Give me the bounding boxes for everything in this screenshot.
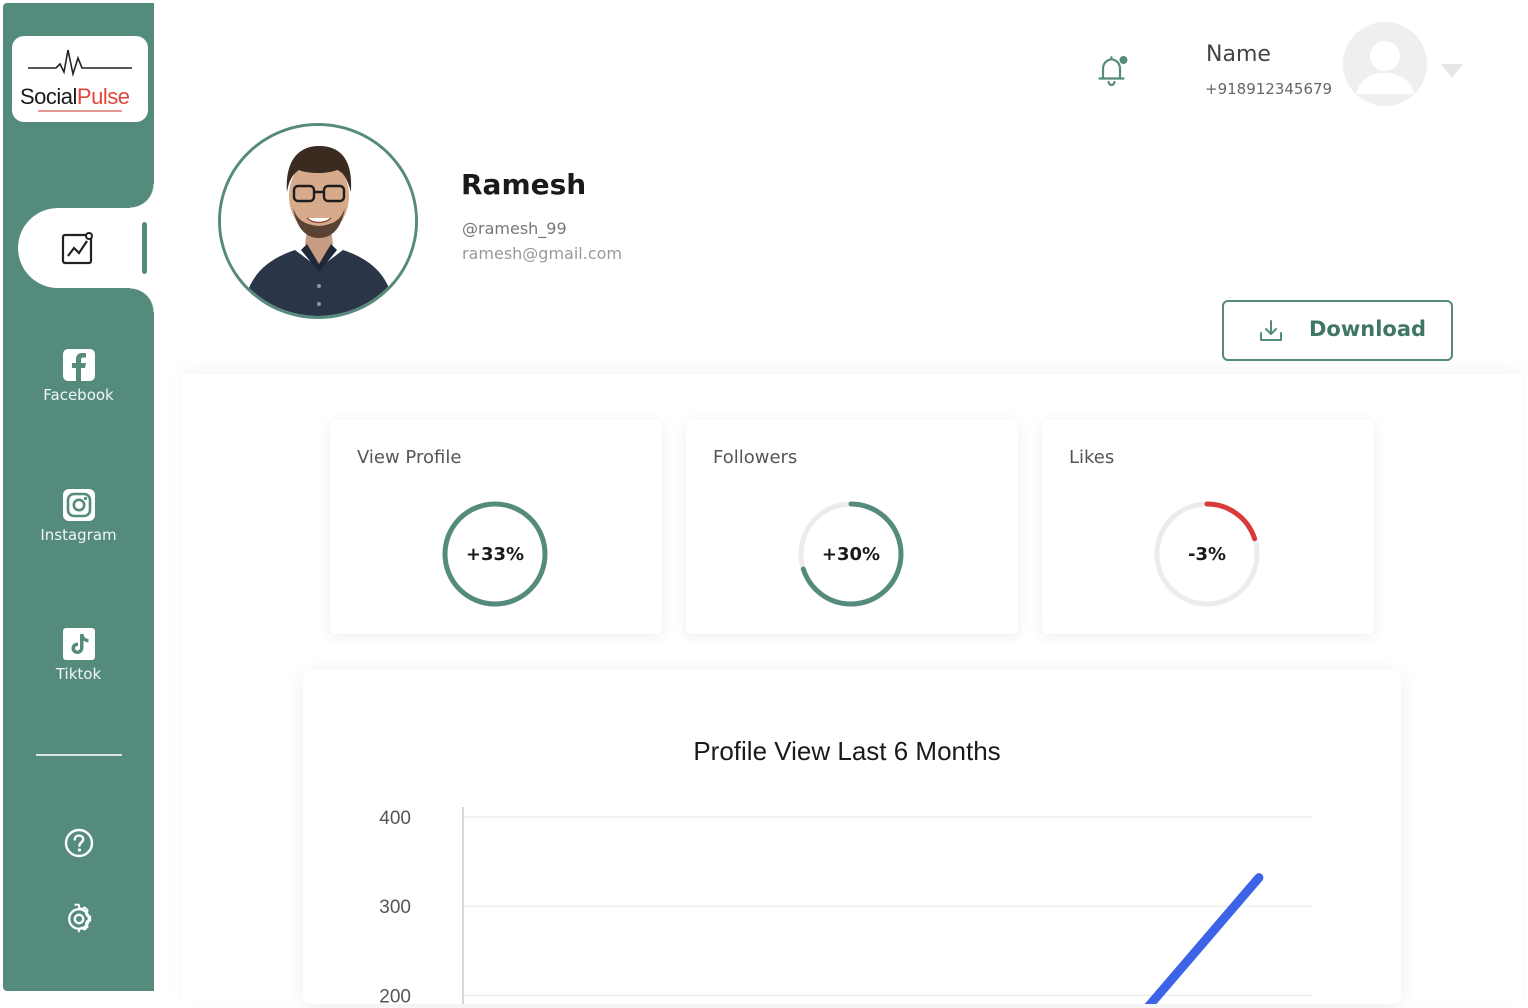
download-icon bbox=[1260, 320, 1282, 341]
download-button[interactable]: Download bbox=[1222, 300, 1453, 361]
avatar-placeholder-icon bbox=[1343, 22, 1427, 106]
instagram-icon bbox=[62, 489, 95, 521]
profile-photo bbox=[218, 123, 418, 319]
pulse-logo-icon bbox=[28, 49, 132, 78]
logo-word-social: Social bbox=[20, 84, 77, 109]
sidebar-item-label: Instagram bbox=[40, 526, 117, 544]
y-tick-label: 200 bbox=[379, 986, 411, 1004]
stat-value: -3% bbox=[1187, 543, 1227, 565]
sidebar-item-label: Facebook bbox=[43, 386, 114, 404]
analytics-chart-icon bbox=[61, 232, 93, 265]
line-chart: 400 300 200 bbox=[379, 807, 1313, 1004]
user-phone: +918912345679 bbox=[1205, 80, 1333, 98]
settings-icon[interactable] bbox=[63, 903, 95, 935]
logo-tagline bbox=[38, 110, 122, 112]
stat-title: View Profile bbox=[357, 447, 462, 468]
sidebar-item-tiktok[interactable]: Tiktok bbox=[3, 627, 154, 683]
sidebar-item-label: Tiktok bbox=[55, 665, 102, 683]
stat-card-likes: Likes -3% bbox=[1042, 420, 1374, 634]
stat-title: Followers bbox=[713, 447, 798, 468]
series-line bbox=[1144, 873, 1264, 1004]
tiktok-icon bbox=[62, 628, 95, 660]
stat-title: Likes bbox=[1069, 447, 1115, 468]
stat-value: +30% bbox=[821, 543, 881, 565]
facebook-icon bbox=[62, 349, 95, 381]
stat-card-view-profile: View Profile +33% bbox=[330, 420, 662, 634]
sidebar-divider bbox=[36, 754, 122, 756]
profile-handle: @ramesh_99 bbox=[462, 219, 567, 238]
stat-card-followers: Followers +30% bbox=[686, 420, 1018, 634]
chart-card: Profile View Last 6 Months 400 300 200 bbox=[303, 670, 1401, 1004]
profile-email: ramesh@gmail.com bbox=[462, 244, 622, 263]
profile-name: Ramesh bbox=[461, 168, 587, 201]
user-name: Name bbox=[1206, 42, 1271, 67]
sidebar-item-facebook[interactable]: Facebook bbox=[3, 348, 154, 404]
y-tick-label: 400 bbox=[379, 808, 411, 829]
logo-text: SocialPulse bbox=[20, 84, 130, 110]
bell-icon[interactable] bbox=[1092, 50, 1132, 90]
y-tick-label: 300 bbox=[379, 897, 411, 918]
help-icon[interactable] bbox=[63, 827, 95, 859]
sidebar-item-instagram[interactable]: Instagram bbox=[3, 488, 154, 544]
profile-person-image bbox=[221, 126, 415, 316]
app-logo[interactable]: SocialPulse bbox=[12, 36, 148, 122]
download-button-label: Download bbox=[1309, 317, 1427, 341]
sidebar-item-analytics[interactable] bbox=[18, 184, 154, 312]
logo-word-pulse: Pulse bbox=[76, 84, 130, 109]
user-avatar[interactable] bbox=[1343, 22, 1427, 106]
chevron-down-icon[interactable] bbox=[1441, 64, 1463, 78]
stat-value: +33% bbox=[465, 543, 525, 565]
active-indicator bbox=[142, 222, 147, 274]
